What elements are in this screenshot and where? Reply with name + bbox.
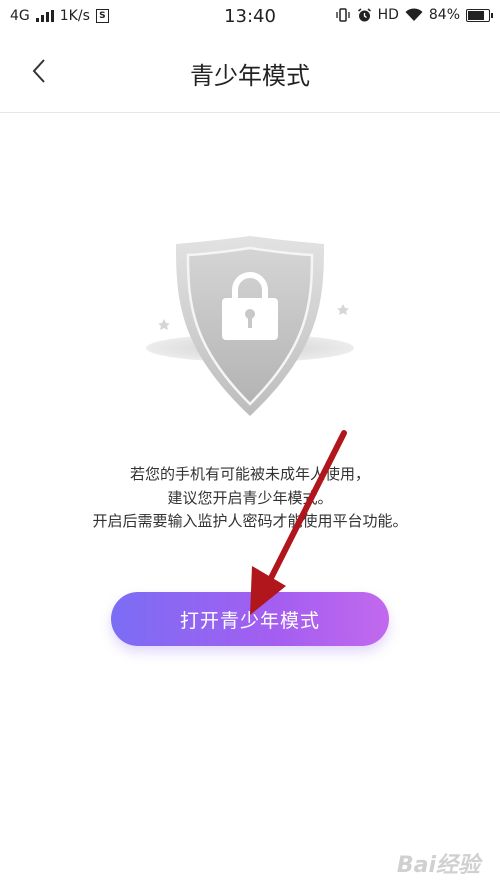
status-right: HD 84% <box>335 7 493 23</box>
vibrate-icon <box>335 8 350 22</box>
hd-badge: HD <box>377 7 399 23</box>
battery-icon <box>466 8 493 22</box>
message-line-3: 开启后需要输入监护人密码才能使用平台功能。 <box>92 512 408 530</box>
status-bar: 4G 1K/s S 13:40 HD 84% <box>0 0 500 34</box>
message-line-2: 建议您开启青少年模式。 <box>167 488 333 507</box>
shield-lock-illustration <box>140 228 360 418</box>
page-title: 青少年模式 <box>190 62 310 90</box>
message-line-1: 若您的手机有可能被未成年人使用， <box>129 465 370 483</box>
battery-percent: 84% <box>428 7 460 23</box>
watermark: Bai经验 <box>396 853 480 878</box>
wifi-icon <box>405 8 423 21</box>
open-teen-mode-button[interactable]: 打开青少年模式 <box>111 592 389 646</box>
shield-lock-icon <box>146 236 354 416</box>
alarm-icon <box>357 7 371 21</box>
teen-mode-message: 若您的手机有可能被未成年人使用， 建议您开启青少年模式。 开启后需要输入监护人密… <box>20 463 480 534</box>
nav-bar: 青少年模式 <box>0 34 500 113</box>
annotation-arrow <box>250 430 347 615</box>
